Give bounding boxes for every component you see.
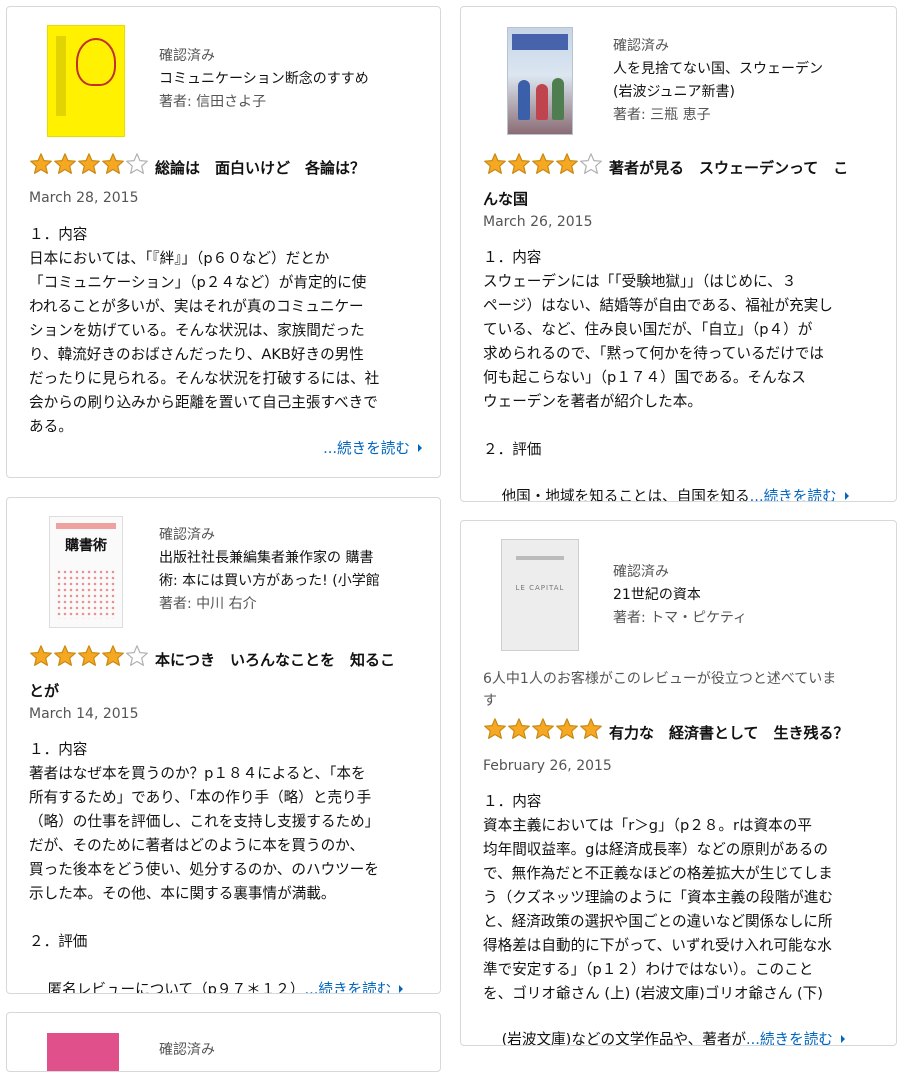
product-title[interactable]: 21世紀の資本 bbox=[613, 584, 883, 607]
review-date: March 26, 2015 bbox=[483, 214, 593, 230]
star-filled-icon bbox=[532, 153, 554, 174]
product-title[interactable]: 出版社社長兼編集者兼作家の 購書 bbox=[159, 547, 421, 570]
review-body-last-line: 匿名レビューについて（p９７＊１２） bbox=[47, 981, 305, 994]
star-filled-icon bbox=[54, 153, 76, 174]
star-filled-icon bbox=[556, 153, 578, 174]
review-heading[interactable]: 本につき いろんなことを 知るこ bbox=[155, 651, 395, 669]
book-cover-image[interactable] bbox=[507, 27, 573, 135]
review-heading[interactable]: 著者が見る スウェーデンって こ bbox=[609, 159, 848, 177]
review-card: 購書術 確認済み 出版社社長兼編集者兼作家の 購書 術: 本には買い方があった!… bbox=[6, 497, 441, 994]
review-body-last-line: (岩波文庫)などの文学作品や、著者が bbox=[501, 1031, 747, 1046]
star-filled-icon bbox=[556, 718, 578, 739]
verified-label: 確認済み bbox=[613, 564, 669, 580]
star-filled-icon bbox=[30, 645, 52, 666]
read-more-link[interactable]: ...続きを読む bbox=[323, 440, 422, 457]
read-more-link[interactable]: ...続きを読む bbox=[750, 488, 849, 501]
product-title-line2[interactable]: (岩波ジュニア新書) bbox=[613, 81, 883, 104]
star-filled-icon bbox=[580, 718, 602, 739]
review-body: １．内容 著者はなぜ本を買うのか？p１８４によると、「本を 所有するため」であり… bbox=[29, 741, 380, 950]
read-more-link[interactable]: ...続きを読む bbox=[304, 981, 404, 993]
star-filled-icon bbox=[508, 153, 530, 174]
review-card: 確認済み bbox=[6, 1012, 441, 1072]
review-body: １．内容 資本主義においては「r＞g」（p２８。rは資本の平 均年間収益率。gは… bbox=[483, 793, 833, 1002]
verified-label: 確認済み bbox=[159, 48, 215, 64]
review-heading[interactable]: 総論は 面白いけど 各論は？ bbox=[155, 159, 365, 177]
product-author[interactable]: 著者: 信田さよ子 bbox=[159, 91, 429, 114]
review-date: March 14, 2015 bbox=[29, 706, 139, 722]
review-card: LE CAPITAL 確認済み 21世紀の資本 著者: トマ・ピケティ 6人中1… bbox=[460, 520, 897, 1046]
product-title[interactable]: 人を見捨てない国、スウェーデン bbox=[613, 58, 883, 81]
cover-title-text: LE CAPITAL bbox=[515, 584, 565, 592]
verified-label: 確認済み bbox=[159, 527, 215, 543]
review-card: 確認済み 人を見捨てない国、スウェーデン (岩波ジュニア新書) 著者: 三瓶 恵… bbox=[460, 6, 897, 502]
star-rating bbox=[29, 644, 149, 677]
review-heading-line2[interactable]: んな国 bbox=[483, 190, 528, 208]
star-filled-icon bbox=[102, 153, 124, 174]
star-filled-icon bbox=[484, 153, 506, 174]
read-more-link[interactable]: ...続きを読む bbox=[746, 1031, 845, 1045]
star-filled-icon bbox=[78, 153, 100, 174]
book-cover-image[interactable]: LE CAPITAL bbox=[501, 539, 579, 651]
review-body-last-line: 他国・地域を知ることは、自国を知る bbox=[501, 488, 750, 502]
review-card: 確認済み コミュニケーション断念のすすめ 著者: 信田さよ子 総論は 面白いけど… bbox=[6, 6, 441, 478]
star-empty-icon bbox=[126, 645, 148, 666]
book-cover-image[interactable] bbox=[47, 25, 125, 137]
star-rating bbox=[483, 152, 603, 185]
star-filled-icon bbox=[532, 718, 554, 739]
star-filled-icon bbox=[54, 645, 76, 666]
star-empty-icon bbox=[126, 153, 148, 174]
chevron-right-icon bbox=[399, 985, 404, 993]
product-author[interactable]: 著者: 三瓶 恵子 bbox=[613, 104, 883, 127]
product-title-line2[interactable]: 術: 本には買い方があった! (小学館 bbox=[159, 573, 380, 589]
review-body: １．内容 スウェーデンには「「受験地獄」」（はじめに、３ ページ）はない、結婚等… bbox=[483, 249, 833, 458]
chevron-right-icon bbox=[844, 492, 849, 500]
verified-label: 確認済み bbox=[613, 38, 669, 54]
cover-title-text: 購書術 bbox=[65, 538, 107, 554]
review-heading-line2[interactable]: とが bbox=[29, 682, 59, 700]
review-date: February 26, 2015 bbox=[483, 758, 612, 774]
star-filled-icon bbox=[508, 718, 530, 739]
product-author[interactable]: 著者: トマ・ピケティ bbox=[613, 607, 883, 630]
star-empty-icon bbox=[580, 153, 602, 174]
product-title[interactable]: コミュニケーション断念のすすめ bbox=[159, 68, 429, 91]
product-author[interactable]: 著者: 中川 右介 bbox=[159, 593, 421, 616]
review-heading[interactable]: 有力な 経済書として 生き残る？ bbox=[609, 724, 849, 742]
review-body: １．内容 日本においては、「『絆』」（p６０など）だとか 「コミュニケーション」… bbox=[29, 226, 380, 435]
chevron-right-icon bbox=[840, 1035, 845, 1043]
star-filled-icon bbox=[30, 153, 52, 174]
book-cover-image[interactable]: 購書術 bbox=[49, 516, 123, 628]
book-cover-image[interactable] bbox=[47, 1033, 119, 1071]
verified-label: 確認済み bbox=[159, 1042, 215, 1058]
star-filled-icon bbox=[484, 718, 506, 739]
chevron-right-icon bbox=[418, 444, 422, 452]
helpful-votes: 6人中1人のお客様がこのレビューが役立つと述べていま す bbox=[483, 671, 837, 709]
review-date: March 28, 2015 bbox=[29, 190, 139, 206]
star-filled-icon bbox=[102, 645, 124, 666]
star-rating bbox=[29, 152, 149, 185]
star-filled-icon bbox=[78, 645, 100, 666]
star-rating bbox=[483, 717, 603, 750]
